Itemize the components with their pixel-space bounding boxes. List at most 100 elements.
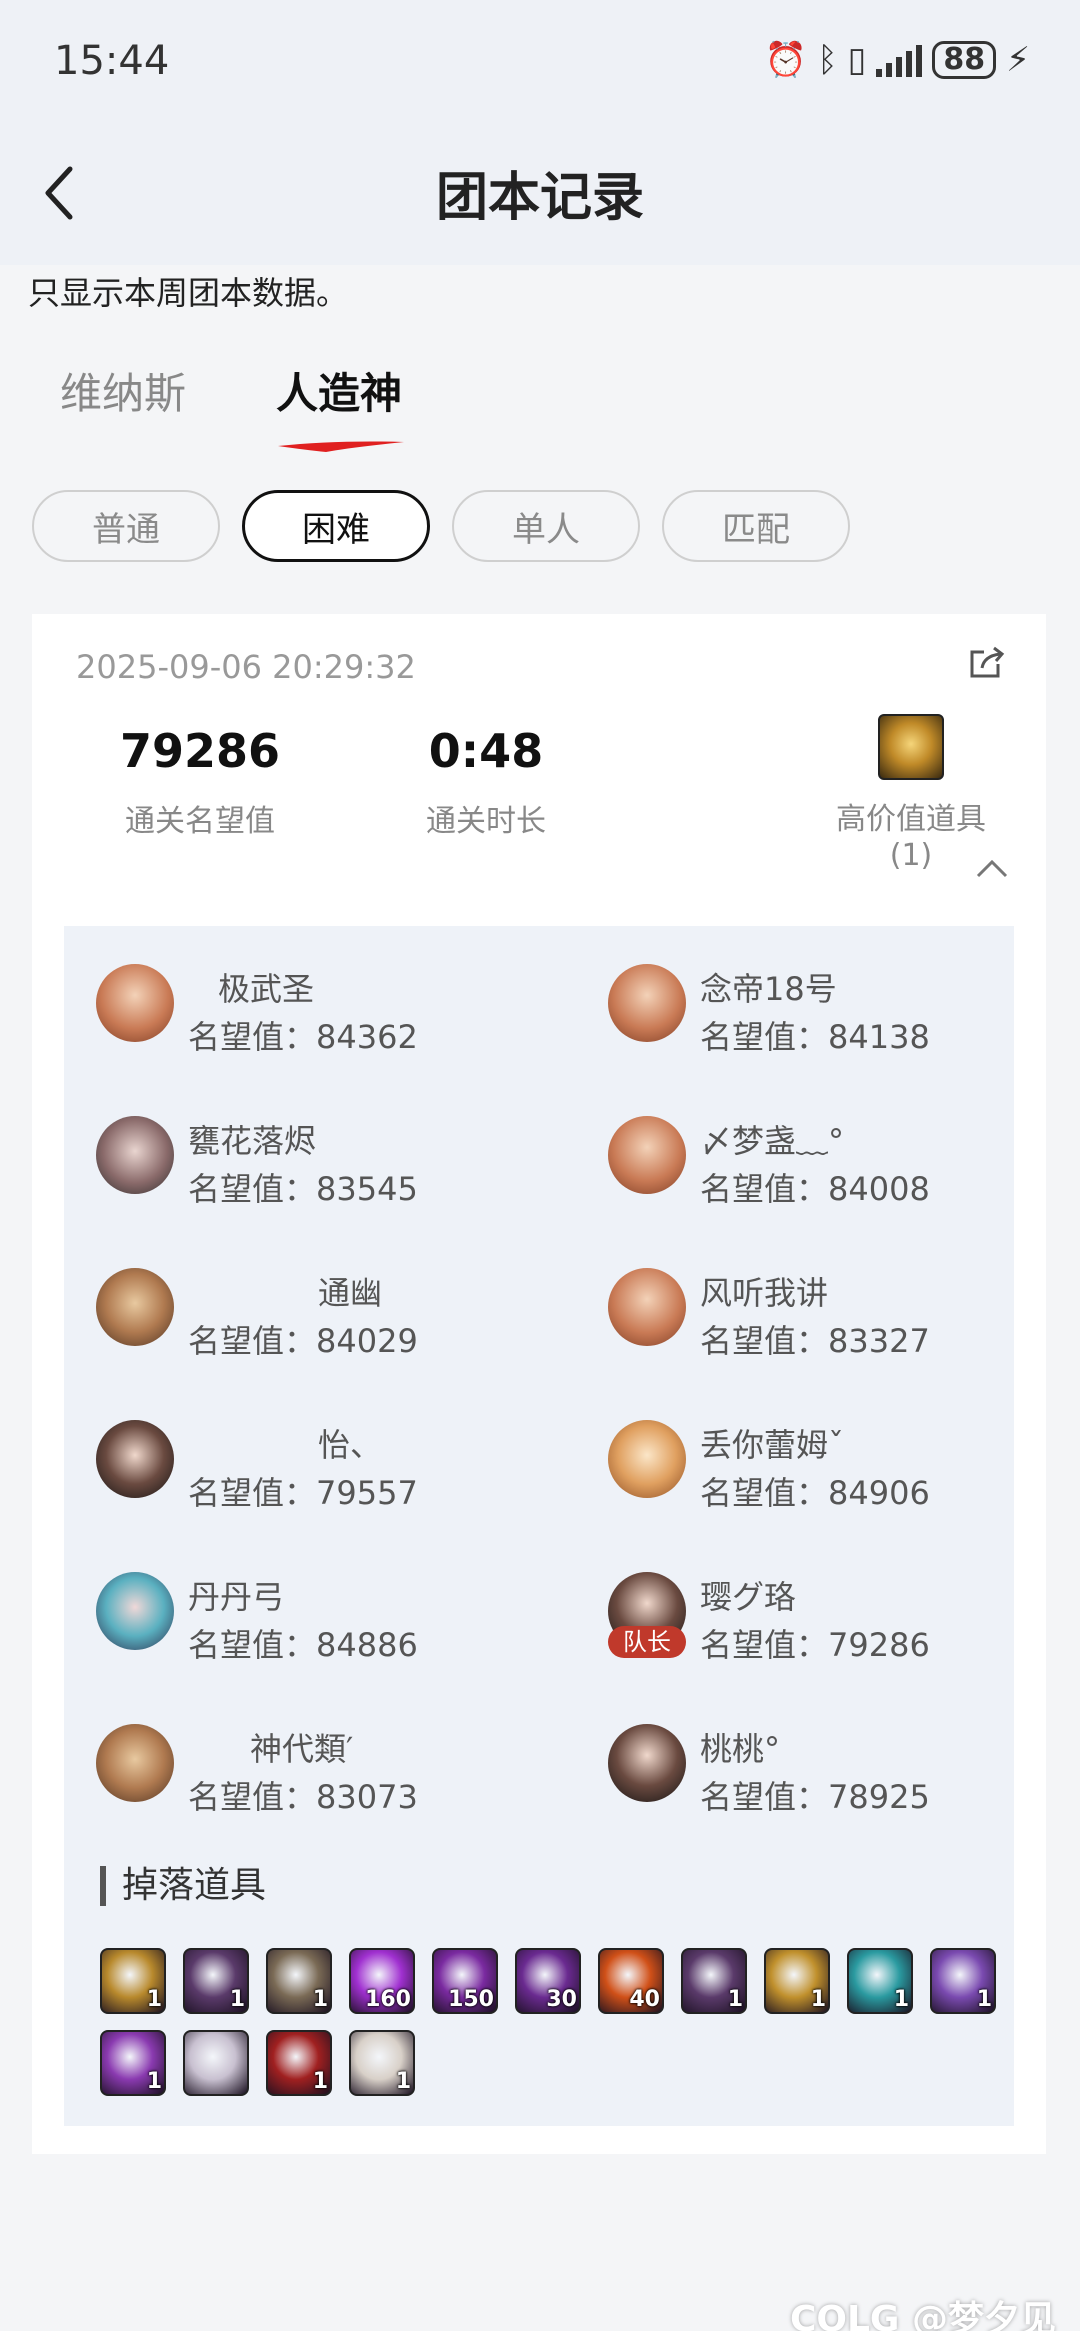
filter-normal[interactable]: 普通 xyxy=(32,490,220,562)
share-button[interactable] xyxy=(968,642,1012,686)
drop-count: 1 xyxy=(395,2069,411,2094)
stat-reputation: 79286 通关名望值 xyxy=(90,724,310,840)
drop-count: 1 xyxy=(976,1987,992,2012)
drop-count: 1 xyxy=(312,2069,328,2094)
member-name: 通幽 xyxy=(318,1274,383,1312)
member-reputation: 名望值：84362 xyxy=(188,1018,418,1056)
tab-label: 人造神 xyxy=(276,369,403,418)
leader-badge: 队长 xyxy=(608,1626,686,1658)
member-reputation: 名望值：79557 xyxy=(188,1474,418,1512)
member-card[interactable]: 怡、 名望值：79557 xyxy=(96,1420,536,1520)
drop-item-icon[interactable]: 30 xyxy=(515,1948,581,2014)
avatar xyxy=(608,1116,686,1194)
signal-icon xyxy=(876,43,923,77)
filter-match[interactable]: 匹配 xyxy=(662,490,850,562)
avatar xyxy=(608,1724,686,1802)
member-card[interactable]: 〆梦盏﹏° 名望值：84008 xyxy=(608,1116,1048,1216)
notice-text: 只显示本周团本数据。 xyxy=(28,274,349,312)
member-card[interactable]: 风听我讲 名望值：83327 xyxy=(608,1268,1048,1368)
member-name: 丹丹弓 xyxy=(188,1578,285,1616)
avatar xyxy=(96,1724,174,1802)
drop-item-icon[interactable]: 1 xyxy=(266,1948,332,2014)
stat-label: 通关时长 xyxy=(426,804,546,839)
member-name: 〆梦盏﹏° xyxy=(700,1122,845,1160)
drop-item-icon[interactable]: 160 xyxy=(349,1948,415,2014)
drop-item-icon[interactable]: 150 xyxy=(432,1948,498,2014)
filter-solo[interactable]: 单人 xyxy=(452,490,640,562)
drop-item-icon[interactable]: 1 xyxy=(681,1948,747,2014)
raid-record-card: 2025-09-06 20:29:32 79286 通关名望值 0:48 通关时… xyxy=(32,614,1046,2154)
member-reputation: 名望值：84138 xyxy=(700,1018,930,1056)
filter-hard[interactable]: 困难 xyxy=(242,490,430,562)
status-time: 15:44 xyxy=(54,38,170,84)
alarm-icon: ⏰ xyxy=(764,40,808,80)
drop-count: 1 xyxy=(312,1987,328,2012)
share-icon xyxy=(970,646,1005,678)
drop-item-icon[interactable]: 40 xyxy=(598,1948,664,2014)
stat-label: 通关名望值 xyxy=(125,804,275,839)
drop-count: 150 xyxy=(448,1987,494,2012)
member-name: 璎グ珞 xyxy=(700,1578,797,1616)
drop-count: 160 xyxy=(365,1987,411,2012)
member-reputation: 名望值：84886 xyxy=(188,1626,418,1664)
member-reputation: 名望值：84906 xyxy=(700,1474,930,1512)
high-value-items[interactable]: 高价值道具(1) xyxy=(816,714,1006,873)
collapse-button[interactable] xyxy=(972,856,1016,886)
member-card[interactable]: 甕花落烬 名望值：83545 xyxy=(96,1116,536,1216)
raid-tabs: 维纳斯 人造神 xyxy=(60,360,405,452)
member-card[interactable]: 念帝18号 名望值：84138 xyxy=(608,964,1048,1064)
app-header: 团本记录 xyxy=(0,125,1080,265)
drop-count: 40 xyxy=(629,1987,660,2012)
drop-item-icon[interactable]: 1 xyxy=(930,1948,996,2014)
member-name: 怡、 xyxy=(318,1426,383,1464)
drop-count: 1 xyxy=(893,1987,909,2012)
member-reputation: 名望值：78925 xyxy=(700,1778,930,1816)
drops-grid: 1 1 1 160 150 30 40 1 1 1 1 1 1 1 xyxy=(100,1948,1000,2096)
drop-item-icon[interactable]: 1 xyxy=(764,1948,830,2014)
drop-item-icon[interactable]: 1 xyxy=(100,2030,166,2096)
tab-artificial-god[interactable]: 人造神 xyxy=(276,360,405,452)
avatar xyxy=(96,964,174,1042)
member-reputation: 名望值：83545 xyxy=(188,1170,418,1208)
avatar xyxy=(608,964,686,1042)
avatar xyxy=(96,1420,174,1498)
drop-item-icon[interactable]: 1 xyxy=(266,2030,332,2096)
member-name: 极武圣 xyxy=(218,970,315,1008)
watermark: COLG @梦夕见 xyxy=(789,2299,1056,2331)
member-card[interactable]: 极武圣 名望值：84362 xyxy=(96,964,536,1064)
battery-indicator: 88 xyxy=(932,41,997,79)
avatar xyxy=(608,1420,686,1498)
member-card[interactable]: 丢你蕾姆ˇ 名望值：84906 xyxy=(608,1420,1048,1520)
active-tab-indicator xyxy=(278,441,405,452)
bluetooth-icon: ᛒ xyxy=(817,40,838,80)
avatar xyxy=(96,1572,174,1650)
member-card[interactable]: 丹丹弓 名望值：84886 xyxy=(96,1572,536,1672)
drop-item-icon[interactable]: 1 xyxy=(847,1948,913,2014)
member-card[interactable]: 桃桃° 名望值：78925 xyxy=(608,1724,1048,1824)
drop-count: 1 xyxy=(146,1987,162,2012)
member-reputation: 名望值：83073 xyxy=(188,1778,418,1816)
team-panel: 极武圣 名望值：84362 甕花落烬 名望值：83545 通幽 名望值：8402… xyxy=(64,926,1014,2126)
member-card[interactable]: 队长 璎グ珞 名望值：79286 xyxy=(608,1572,1048,1672)
drop-item-icon[interactable] xyxy=(183,2030,249,2096)
drop-item-icon[interactable]: 1 xyxy=(100,1948,166,2014)
member-card[interactable]: 通幽 名望值：84029 xyxy=(96,1268,536,1368)
member-card[interactable]: 神代類′ 名望值：83073 xyxy=(96,1724,536,1824)
member-name: 丢你蕾姆ˇ xyxy=(700,1426,845,1464)
tab-label: 维纳斯 xyxy=(60,369,187,418)
drop-item-icon[interactable]: 1 xyxy=(183,1948,249,2014)
chevron-up-icon xyxy=(976,859,1008,878)
member-name: 甕花落烬 xyxy=(188,1122,317,1160)
member-name: 神代類′ xyxy=(250,1730,354,1768)
gold-relic-icon xyxy=(878,714,944,780)
status-icons: ⏰ ᛒ ▯ 88 ⚡ xyxy=(765,40,1030,80)
member-reputation: 名望值：83327 xyxy=(700,1322,930,1360)
drop-count: 1 xyxy=(229,1987,245,2012)
drop-count: 1 xyxy=(727,1987,743,2012)
drops-title: 掉落道具 xyxy=(100,1866,266,1906)
charging-icon: ⚡ xyxy=(1006,40,1030,80)
tab-venus[interactable]: 维纳斯 xyxy=(60,360,186,450)
drop-item-icon[interactable]: 1 xyxy=(349,2030,415,2096)
page-title: 团本记录 xyxy=(435,168,644,228)
avatar xyxy=(608,1268,686,1346)
